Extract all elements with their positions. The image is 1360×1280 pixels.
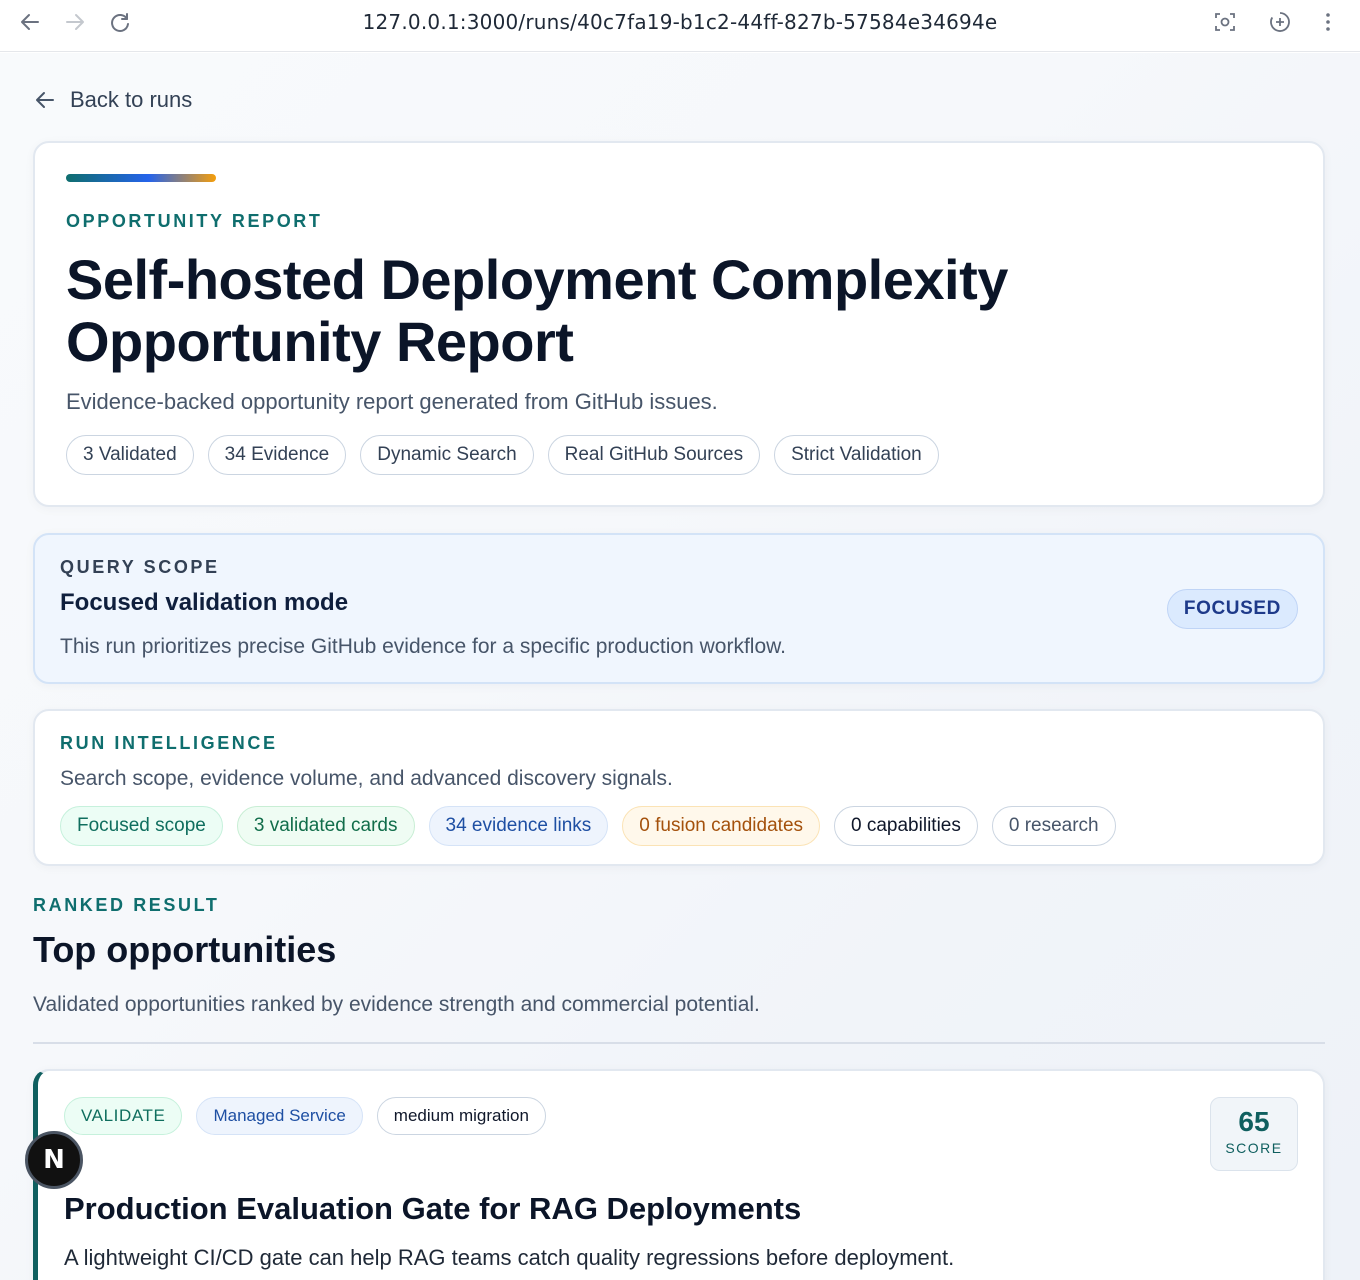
address-bar[interactable]: 127.0.0.1:3000/runs/40c7fa19-b1c2-44ff-8… [0,10,1360,34]
opportunity-description: A lightweight CI/CD gate can help RAG te… [64,1245,955,1270]
page-title: Self-hosted Deployment Complexity Opport… [66,248,1008,373]
intelligence-description: Search scope, evidence volume, and advan… [60,767,673,790]
more-menu-icon[interactable] [1316,10,1340,34]
screenshot-icon[interactable] [1213,10,1237,34]
report-header-card: OPPORTUNITY REPORT Self-hosted Deploymen… [33,141,1325,507]
opportunity-tags: VALIDATE Managed Service medium migratio… [64,1097,546,1135]
new-tab-icon[interactable] [1268,10,1292,34]
score-value: 65 [1238,1106,1270,1137]
dynamic-search-pill: Dynamic Search [360,435,534,475]
scope-title: Focused validation mode [60,589,349,616]
scope-eyebrow: QUERY SCOPE [60,557,220,577]
nextjs-devtools-button[interactable]: N [25,1131,83,1189]
score-label: SCORE [1225,1140,1283,1156]
divider [33,1042,1325,1044]
intelligence-eyebrow: RUN INTELLIGENCE [60,733,278,753]
scope-tag: Focused scope [60,806,223,846]
github-sources-pill: Real GitHub Sources [547,435,761,475]
opportunity-card[interactable]: VALIDATE Managed Service medium migratio… [33,1069,1325,1280]
research-tag: 0 research [991,806,1116,846]
evidence-links-tag: 34 evidence links [428,806,609,846]
report-subtitle: Evidence-backed opportunity report gener… [66,389,718,414]
back-to-runs-link[interactable]: Back to runs [34,87,192,113]
capabilities-tag: 0 capabilities [834,806,978,846]
evidence-pill: 34 Evidence [207,435,347,475]
verdict-badge: VALIDATE [64,1097,183,1135]
scope-description: This run prioritizes precise GitHub evid… [60,635,786,658]
page-content: Back to runs OPPORTUNITY REPORT Self-hos… [0,53,1360,1280]
category-badge: Managed Service [196,1097,363,1135]
fusion-candidates-tag: 0 fusion candidates [622,806,821,846]
ranked-subtitle: Validated opportunities ranked by eviden… [33,993,760,1016]
intelligence-tags: Focused scope 3 validated cards 34 evide… [60,806,1116,846]
query-scope-card: QUERY SCOPE Focused validation mode This… [33,533,1325,684]
scope-badge: FOCUSED [1166,589,1298,629]
validated-cards-tag: 3 validated cards [236,806,415,846]
run-intelligence-card: RUN INTELLIGENCE Search scope, evidence … [33,709,1325,866]
ranked-title: Top opportunities [33,929,337,970]
migration-badge: medium migration [376,1097,546,1135]
report-eyebrow: OPPORTUNITY REPORT [66,211,323,231]
strict-validation-pill: Strict Validation [774,435,939,475]
opportunity-title[interactable]: Production Evaluation Gate for RAG Deplo… [64,1191,801,1227]
report-pills: 3 Validated 34 Evidence Dynamic Search R… [66,435,939,475]
score-box: 65 SCORE [1210,1097,1298,1171]
back-link-label: Back to runs [70,87,193,112]
accent-bar [66,174,216,182]
arrow-left-icon [36,92,54,108]
validated-pill: 3 Validated [66,435,194,475]
browser-toolbar: 127.0.0.1:3000/runs/40c7fa19-b1c2-44ff-8… [0,0,1360,52]
ranked-eyebrow: RANKED RESULT [33,895,220,915]
